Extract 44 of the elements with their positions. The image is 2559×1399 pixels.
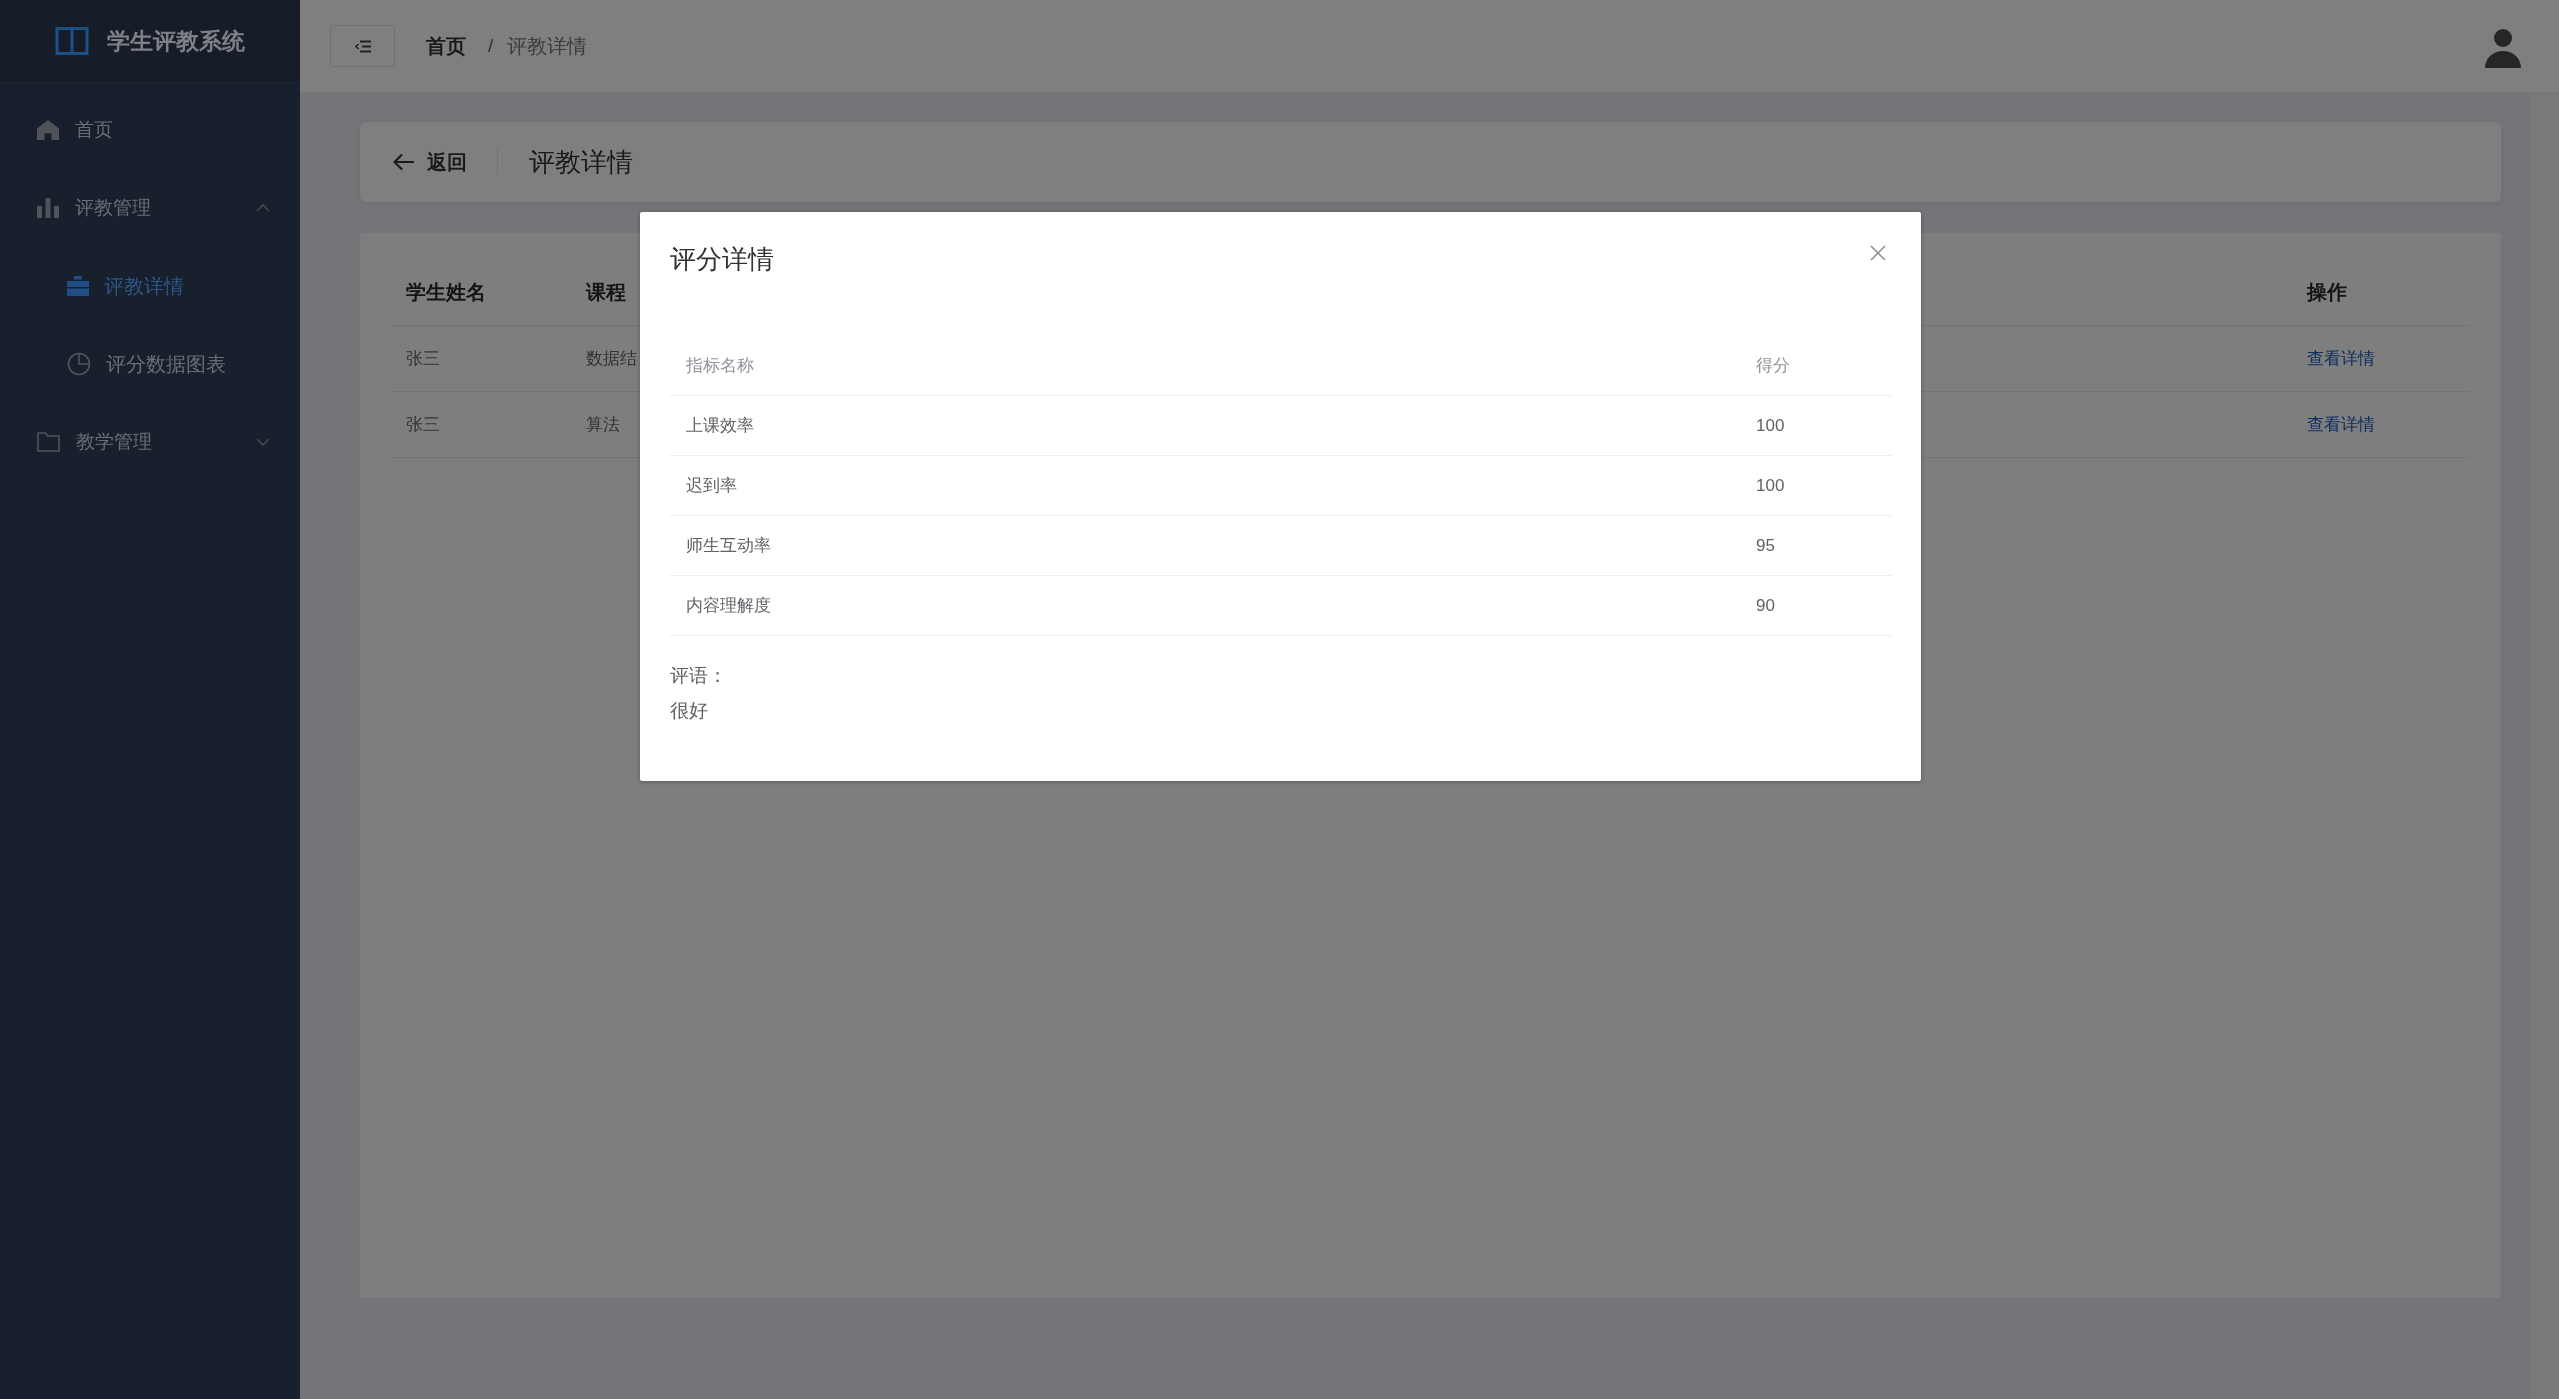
breadcrumb-link[interactable]: 首页	[426, 32, 466, 60]
table-cell-text: 张三	[406, 414, 440, 436]
back-button[interactable]: 返回	[393, 148, 467, 176]
column-header: 学生姓名	[406, 280, 486, 305]
table-cell-text: 内容理解度	[685, 595, 772, 617]
close-button[interactable]	[1870, 245, 1886, 261]
sidebar-item[interactable]: 评分数据图表	[0, 325, 300, 403]
page-title: 评教详情	[529, 145, 633, 179]
briefcase-icon	[67, 276, 89, 296]
table-cell-text: 师生互动率	[685, 535, 772, 557]
table-cell-text: 90	[1755, 595, 1776, 616]
folder-icon	[37, 432, 60, 452]
table-cell-text: 张三	[406, 348, 440, 370]
app-title: 学生评教系统	[107, 26, 245, 56]
comment-label: 评语：	[670, 664, 727, 688]
bar-chart-icon	[37, 198, 59, 218]
sidebar-toggle-button[interactable]	[330, 25, 395, 67]
table-cell-text: 上课效率	[685, 415, 755, 437]
table-cell-text: 95	[1755, 535, 1776, 556]
sidebar-item[interactable]: 教学管理	[0, 403, 300, 481]
view-details-link[interactable]: 查看详情	[2307, 413, 2375, 436]
table-cell-text: 100	[1755, 475, 1786, 496]
sidebar-item[interactable]: 评教管理	[0, 169, 300, 247]
sidebar-item[interactable]: 首页	[0, 91, 300, 169]
book-icon	[55, 25, 89, 57]
column-header: 操作	[2307, 280, 2347, 305]
breadcrumb-separator: /	[488, 35, 494, 57]
view-details-link[interactable]: 查看详情	[2307, 347, 2375, 370]
sidebar-item[interactable]: 评教详情	[0, 247, 300, 325]
comment-text: 很好	[670, 699, 708, 723]
table-cell-text: 数据结	[586, 348, 637, 370]
breadcrumb-current: 评教详情	[507, 33, 588, 59]
pie-chart-icon	[67, 352, 91, 376]
table-cell-text: 算法	[586, 414, 620, 436]
column-header: 得分	[1755, 355, 1791, 377]
column-header: 课程	[586, 280, 626, 305]
close-icon	[1870, 245, 1886, 261]
column-header: 指标名称	[685, 355, 755, 377]
home-icon	[37, 120, 59, 140]
arrow-left-icon	[393, 153, 415, 171]
table-cell-text: 100	[1755, 415, 1786, 436]
table-cell-text: 迟到率	[685, 475, 738, 497]
menu-icon	[354, 39, 371, 53]
dialog-title: 评分详情	[670, 243, 774, 276]
